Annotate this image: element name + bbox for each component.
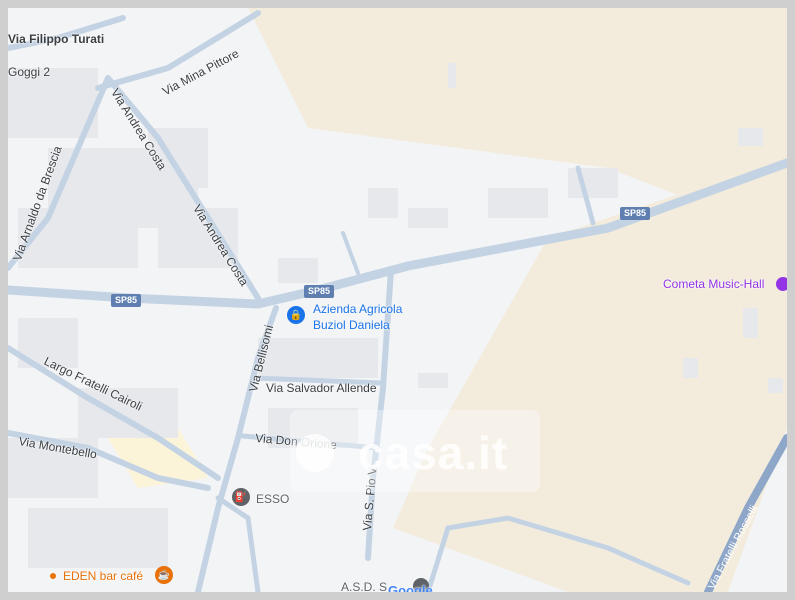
poi-eden[interactable]: EDEN bar café [63,569,143,583]
google-attribution: Google [388,583,433,592]
side-road-2 [341,231,360,275]
lock-icon[interactable]: 🔒 [287,306,305,324]
label-goggi: Goggi 2 [8,65,51,79]
cafe-icon[interactable]: ☕ [155,566,173,584]
poi-cometa[interactable]: Cometa Music-Hall [663,277,764,291]
sp85-shield-a: SP85 [111,294,142,307]
poi-azienda-line1[interactable]: Azienda Agricola [313,302,402,316]
poi-azienda-line2[interactable]: Buziol Daniela [313,318,390,332]
map-frame: Via Filippo Turati Goggi 2 Via Mina Pitt… [0,0,795,600]
label-via-salvador: Via Salvador Allende [266,381,377,395]
casa-logo-icon [296,434,334,472]
place-dot-icon [50,573,56,579]
fuel-icon[interactable]: ⛽ [232,488,250,506]
poi-asd[interactable]: A.S.D. S [341,580,387,592]
map-canvas[interactable]: Via Filippo Turati Goggi 2 Via Mina Pitt… [8,8,787,592]
sp85-shield-b: SP85 [304,285,335,298]
watermark-text: casa.it [358,427,509,479]
music-icon[interactable] [776,277,787,291]
sp85-shield-c: SP85 [620,207,651,220]
poi-esso[interactable]: ESSO [256,492,289,506]
south-road-2 [215,495,261,592]
label-via-filippo-turati: Via Filippo Turati [8,32,105,46]
